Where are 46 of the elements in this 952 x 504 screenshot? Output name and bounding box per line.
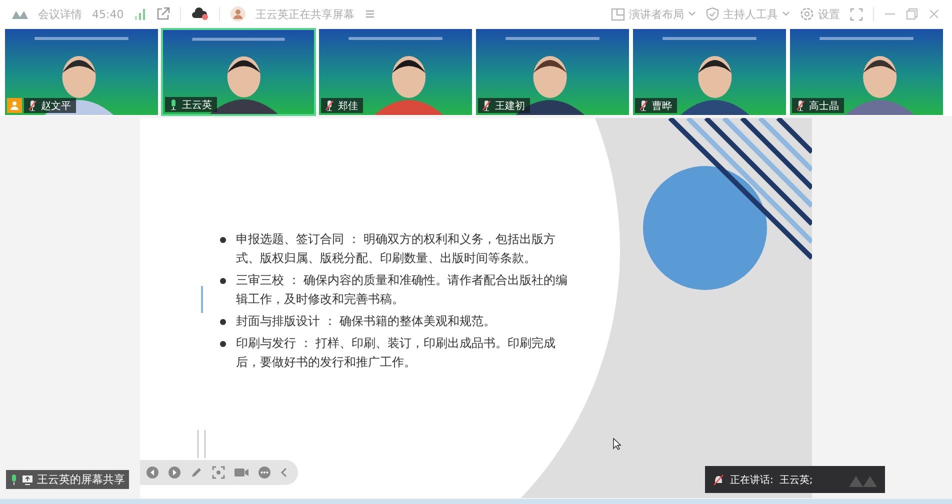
participant-name: 高士晶 (809, 100, 839, 112)
video-tile[interactable]: 王云英 (161, 28, 316, 116)
logo-icon (12, 9, 28, 19)
more-icon[interactable] (258, 466, 271, 479)
speaking-names: 王云英; (779, 474, 813, 486)
close-icon[interactable] (928, 8, 940, 20)
restore-icon[interactable] (906, 8, 918, 20)
cursor-icon (613, 438, 621, 450)
video-tile[interactable]: 郑佳 (318, 28, 473, 116)
participant-name: 郑佳 (338, 100, 358, 112)
next-icon[interactable] (168, 466, 181, 479)
participant-name: 王云英 (182, 98, 212, 112)
previous-icon[interactable] (146, 466, 159, 479)
camera-icon[interactable] (234, 467, 249, 478)
signal-icon (134, 8, 146, 20)
avatar-icon (230, 6, 246, 22)
caret-icon (688, 11, 696, 17)
meeting-duration: 45:40 (92, 8, 124, 20)
video-tile[interactable]: 曹晔 (632, 28, 787, 116)
bullet-text: 印刷与发行 ： 打样、印刷、装订，印刷出成品书。印刷完成后，要做好书的发行和推广工作。 (236, 335, 557, 371)
mic-icon (10, 474, 18, 485)
share-label-text: 王云英的屏幕共享 (37, 472, 125, 487)
pen-icon[interactable] (190, 466, 203, 479)
video-tile[interactable]: 赵文平 (4, 28, 159, 116)
caret-icon (782, 11, 790, 17)
video-tile[interactable]: 王建初 (475, 28, 630, 116)
list-icon[interactable] (364, 9, 375, 19)
shield-icon (706, 7, 719, 21)
screenshot-icon[interactable] (212, 466, 225, 479)
fullscreen-icon[interactable] (850, 8, 863, 20)
settings-icon (800, 7, 814, 21)
video-tile[interactable]: 高士晶 (789, 28, 944, 116)
sharing-notice: 王云英正在共享屏幕 (256, 6, 355, 22)
bullet-text: 封面与排版设计 ： 确保书籍的整体美观和规范。 (236, 313, 496, 330)
screen-share-icon (22, 474, 33, 484)
cloud-recording-icon[interactable] (190, 7, 209, 21)
layout-icon (611, 8, 625, 20)
muted-speaker-icon (713, 474, 724, 486)
share-out-icon[interactable] (156, 7, 170, 21)
bullet-text: 三审三校 ： 确保内容的质量和准确性。请作者配合出版社的编辑工作，及时修改和完善书稿。 (236, 272, 569, 308)
speaking-label: 正在讲话: (730, 474, 774, 486)
collapse-icon[interactable] (280, 467, 288, 478)
participant-name: 赵文平 (41, 100, 71, 112)
bullet-text: 申报选题、签订合同 ： 明确双方的权利和义务，包括出版方式、版权归属、版税分配、印刷数量、出版时间等条款。 (236, 231, 557, 267)
participant-name: 曹晔 (652, 100, 672, 112)
participant-name: 王建初 (495, 100, 525, 112)
